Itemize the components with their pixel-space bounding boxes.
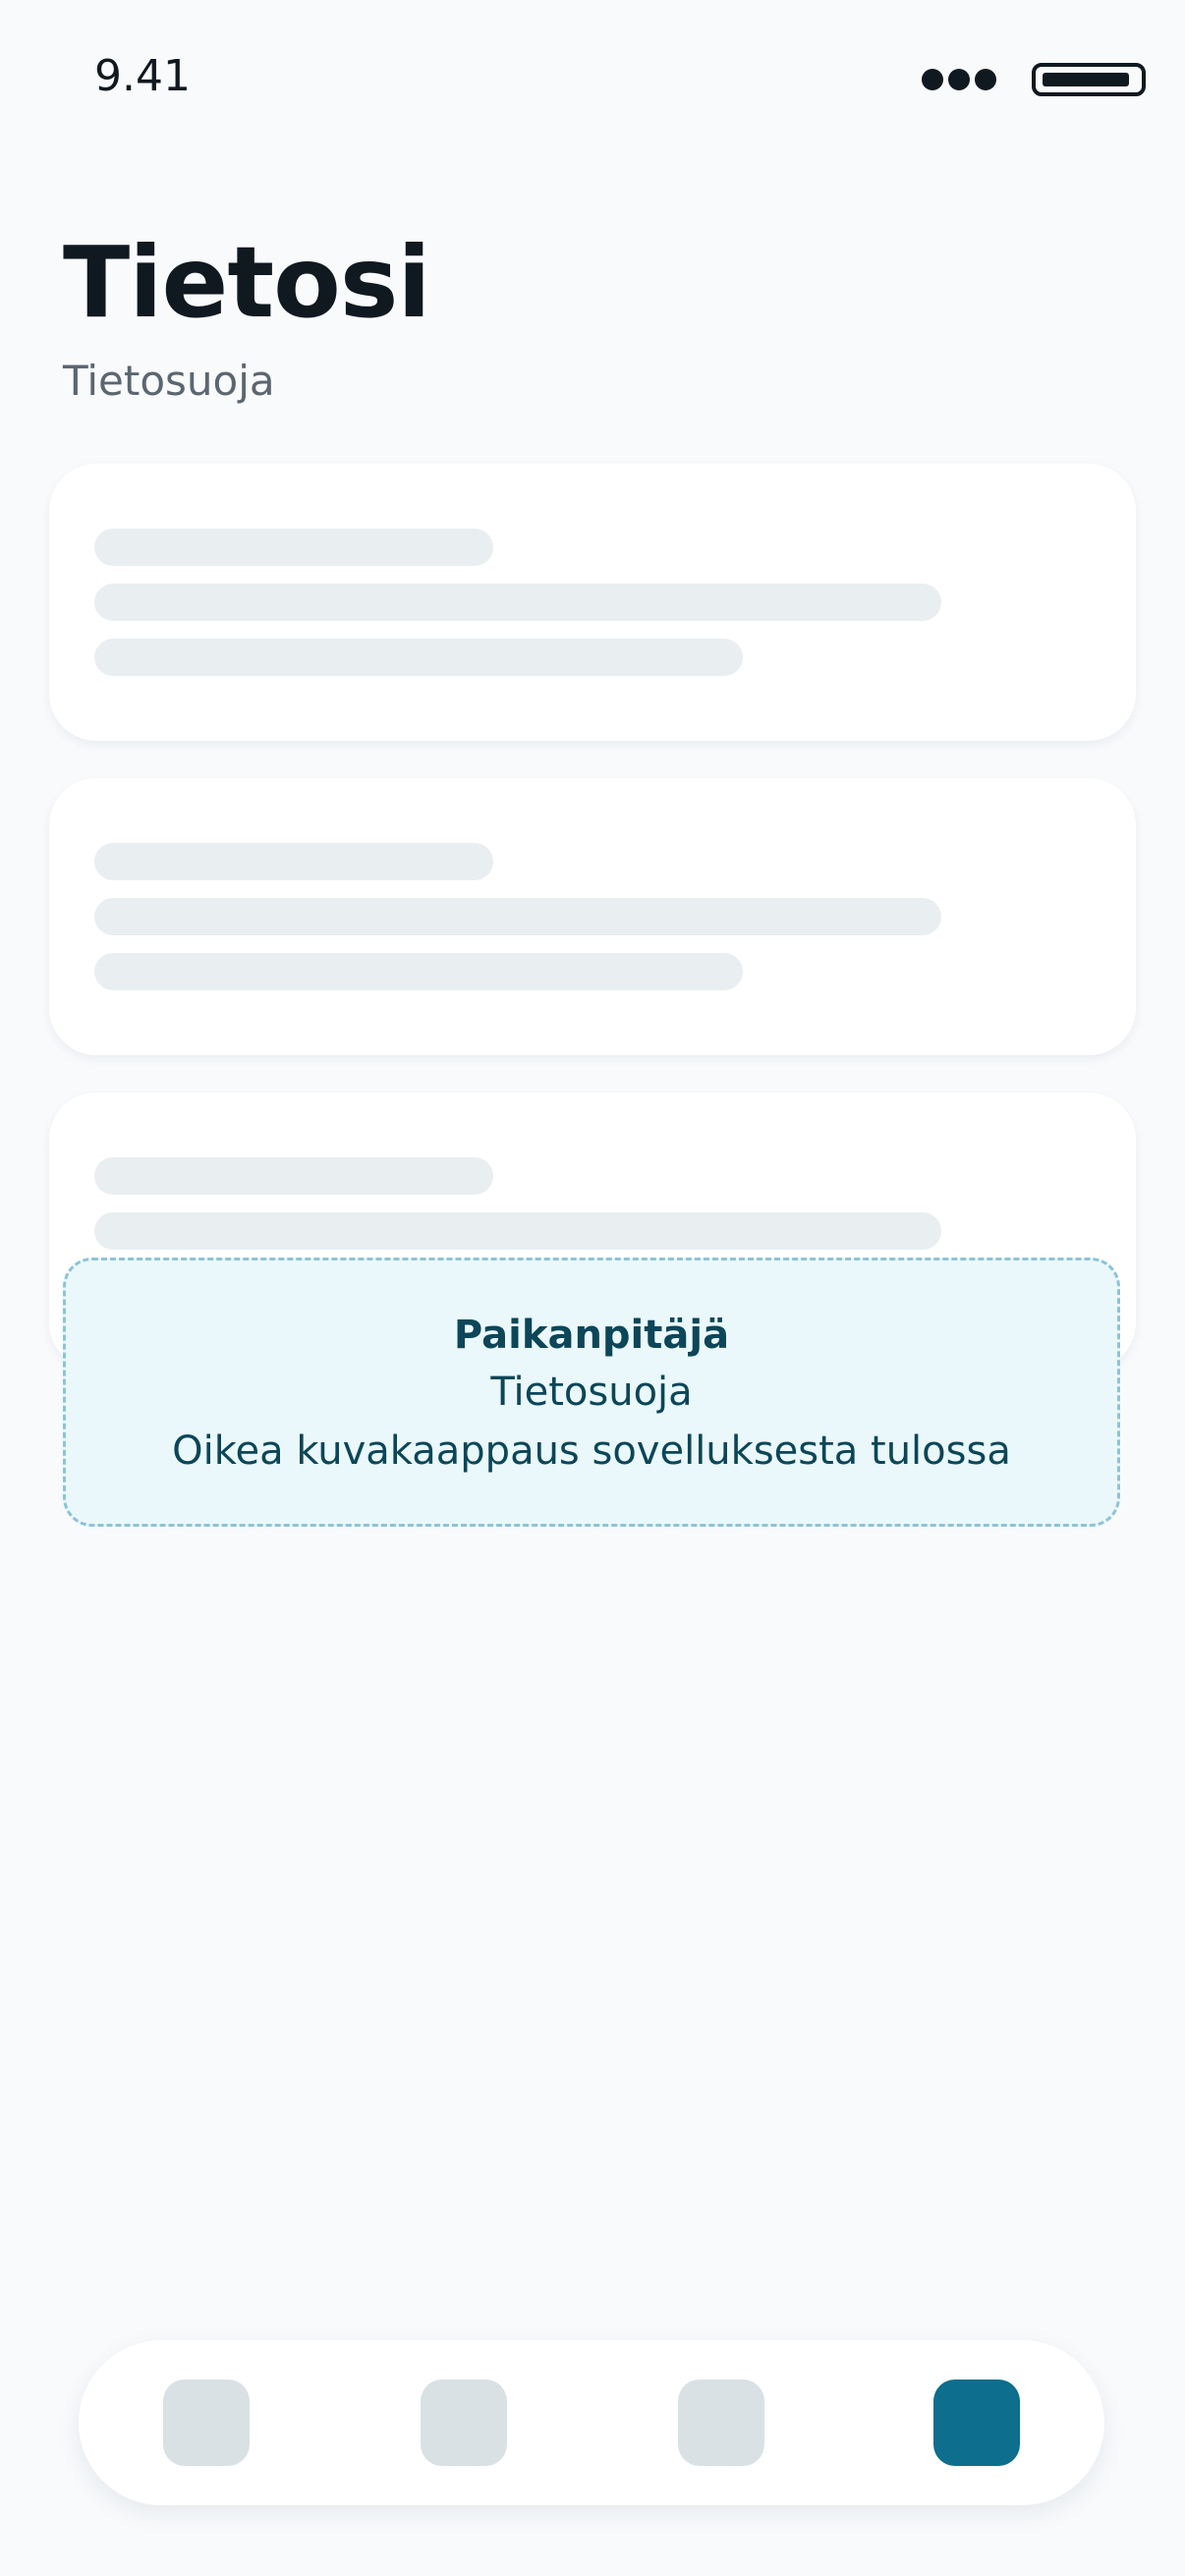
page-subtitle: Tietosuoja bbox=[63, 357, 275, 405]
skeleton-line bbox=[94, 529, 493, 566]
battery-icon bbox=[1032, 63, 1146, 96]
bottom-tab-bar bbox=[79, 2340, 1104, 2505]
skeleton-card bbox=[49, 778, 1136, 1055]
skeleton-line bbox=[94, 639, 743, 676]
skeleton-line bbox=[94, 843, 493, 880]
tab-2-icon[interactable] bbox=[421, 2380, 507, 2466]
tab-3-icon[interactable] bbox=[678, 2380, 764, 2466]
skeleton-line bbox=[94, 1157, 493, 1195]
skeleton-line bbox=[94, 584, 941, 621]
skeleton-line bbox=[94, 953, 743, 990]
page-title: Tietosi bbox=[63, 225, 431, 340]
skeleton-line bbox=[94, 1212, 941, 1250]
status-time: 9.41 bbox=[94, 51, 191, 101]
placeholder-section: Tietosuoja bbox=[490, 1370, 693, 1415]
tab-4-active-icon[interactable] bbox=[933, 2380, 1020, 2466]
placeholder-title: Paikanpitäjä bbox=[453, 1313, 730, 1358]
skeleton-card bbox=[49, 464, 1136, 741]
tab-1-icon[interactable] bbox=[163, 2380, 250, 2466]
signal-dots-icon bbox=[922, 69, 996, 90]
skeleton-line bbox=[94, 898, 941, 935]
placeholder-notice: Paikanpitäjä Tietosuoja Oikea kuvakaappa… bbox=[63, 1258, 1120, 1527]
placeholder-message: Oikea kuvakaappaus sovelluksesta tulossa bbox=[172, 1428, 1011, 1474]
